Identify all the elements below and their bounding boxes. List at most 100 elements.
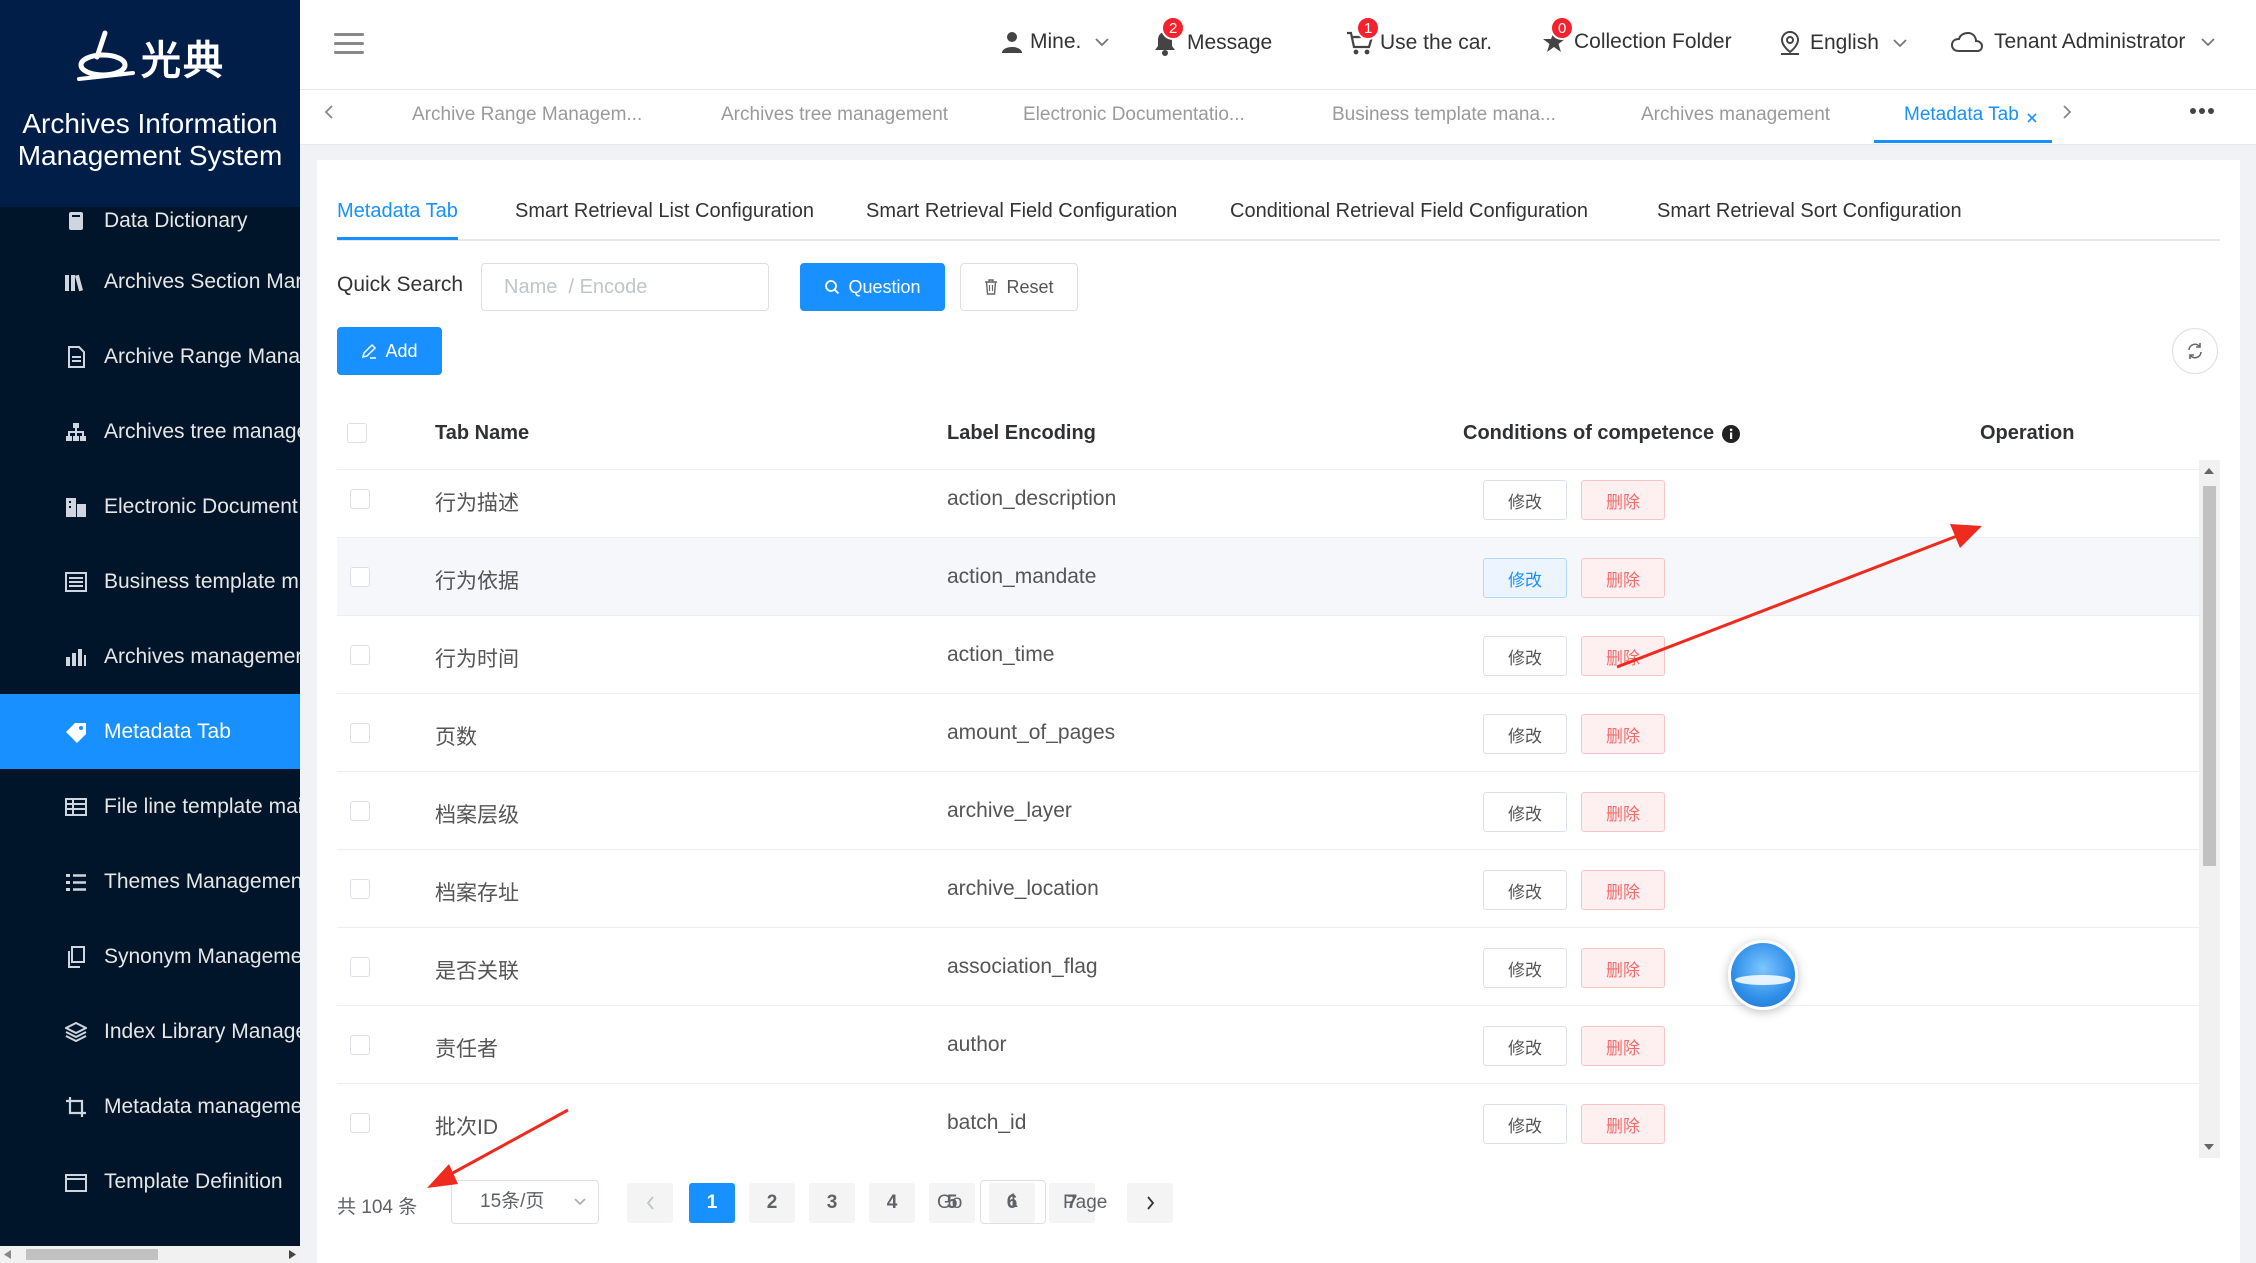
- sidebar-item-archives-section-mar[interactable]: Archives Section Mar: [0, 244, 300, 319]
- row-checkbox[interactable]: [350, 567, 370, 587]
- table-row[interactable]: 行为时间 action_time 修改 删除: [337, 616, 2199, 694]
- edit-button[interactable]: 修改: [1483, 636, 1567, 676]
- sidebar-item-themes-managemen[interactable]: Themes Managemen: [0, 844, 300, 919]
- refresh-button[interactable]: [2172, 328, 2218, 374]
- edit-button[interactable]: 修改: [1483, 558, 1567, 598]
- query-button[interactable]: Question: [800, 263, 945, 311]
- sidebar-scrollbar-thumb[interactable]: [26, 1249, 158, 1260]
- row-checkbox[interactable]: [350, 1113, 370, 1133]
- row-checkbox[interactable]: [350, 801, 370, 821]
- hamburger-menu-icon[interactable]: [334, 33, 364, 60]
- next-page-button[interactable]: [1127, 1183, 1173, 1223]
- sidebar-item-data-dictionary[interactable]: Data Dictionary: [0, 207, 300, 244]
- subtab-metadata-tab[interactable]: Metadata Tab: [337, 200, 458, 240]
- column-label-encoding: Label Encoding: [947, 422, 1096, 444]
- sidebar-item-archive-range-mana[interactable]: Archive Range Mana: [0, 319, 300, 394]
- tag-electronic-documentation[interactable]: Electronic Documentatio...: [1023, 90, 1245, 143]
- quick-search-input[interactable]: [481, 263, 769, 311]
- tags-scroll-right-icon[interactable]: [2062, 104, 2072, 120]
- edit-button[interactable]: 修改: [1483, 792, 1567, 832]
- subtab-smart-retrieval-field[interactable]: Smart Retrieval Field Configuration: [866, 200, 1177, 223]
- delete-button[interactable]: 删除: [1581, 1026, 1665, 1066]
- sidebar-item-business-template-m[interactable]: Business template m: [0, 544, 300, 619]
- close-icon[interactable]: [2026, 112, 2038, 124]
- page-size-select[interactable]: 15条/页: [451, 1180, 599, 1224]
- more-icon[interactable]: [2190, 108, 2214, 114]
- cart-button[interactable]: 1 Use the car.: [1346, 16, 1492, 56]
- edit-button[interactable]: 修改: [1483, 1104, 1567, 1144]
- subtab-smart-retrieval-sort[interactable]: Smart Retrieval Sort Configuration: [1657, 200, 1962, 223]
- page-button[interactable]: 3: [809, 1183, 855, 1223]
- table-row[interactable]: 页数 amount_of_pages 修改 删除: [337, 694, 2199, 772]
- prev-page-button[interactable]: [627, 1183, 673, 1223]
- tag-archives-management[interactable]: Archives management: [1641, 90, 1830, 143]
- delete-button[interactable]: 删除: [1581, 480, 1665, 520]
- row-checkbox[interactable]: [350, 879, 370, 899]
- logo-text: 光典: [141, 39, 225, 83]
- language-selector[interactable]: English: [1778, 30, 1907, 56]
- sidebar-item-file-line-template-mai[interactable]: File line template mai: [0, 769, 300, 844]
- delete-button[interactable]: 删除: [1581, 792, 1665, 832]
- scroll-up-icon[interactable]: [2204, 468, 2214, 474]
- floating-assistant-button[interactable]: [1728, 940, 1798, 1010]
- sidebar-item-metadata-tab[interactable]: Metadata Tab: [0, 694, 300, 769]
- subtab-smart-retrieval-list[interactable]: Smart Retrieval List Configuration: [515, 200, 814, 223]
- delete-button[interactable]: 删除: [1581, 558, 1665, 598]
- tags-scroll-left-icon[interactable]: [324, 104, 334, 120]
- scroll-left-icon[interactable]: [4, 1250, 12, 1259]
- page-button[interactable]: 4: [869, 1183, 915, 1223]
- table-scrollbar[interactable]: [2199, 460, 2220, 1158]
- add-button[interactable]: Add: [337, 327, 442, 375]
- sidebar-item-archives-tree-manage[interactable]: Archives tree manage: [0, 394, 300, 469]
- tag-archives-tree[interactable]: Archives tree management: [721, 90, 948, 143]
- select-all-checkbox[interactable]: [347, 423, 367, 443]
- tag-metadata-tab[interactable]: Metadata Tab: [1874, 90, 2052, 143]
- edit-button[interactable]: 修改: [1483, 480, 1567, 520]
- delete-button[interactable]: 删除: [1581, 636, 1665, 676]
- edit-button[interactable]: 修改: [1483, 714, 1567, 754]
- sidebar-item-metadata-manageme[interactable]: Metadata manageme: [0, 1069, 300, 1144]
- tenant-menu[interactable]: Tenant Administrator: [1950, 30, 2216, 54]
- sidebar-item-electronic-document[interactable]: Electronic Document: [0, 469, 300, 544]
- delete-button[interactable]: 删除: [1581, 870, 1665, 910]
- sidebar-item-index-library-manage[interactable]: Index Library Manage: [0, 994, 300, 1069]
- delete-button[interactable]: 删除: [1581, 1104, 1665, 1144]
- row-checkbox[interactable]: [350, 723, 370, 743]
- table-scrollbar-thumb[interactable]: [2203, 486, 2216, 866]
- row-checkbox[interactable]: [350, 645, 370, 665]
- user-menu[interactable]: Mine.: [1000, 30, 1109, 54]
- message-button[interactable]: 2 Message: [1153, 16, 1272, 56]
- row-checkbox[interactable]: [350, 489, 370, 509]
- page-button[interactable]: 2: [749, 1183, 795, 1223]
- sidebar-item-template-definition[interactable]: Template Definition: [0, 1144, 300, 1219]
- page-button[interactable]: 1: [689, 1183, 735, 1223]
- sidebar-item-archives-managemer[interactable]: Archives managemer: [0, 619, 300, 694]
- table-row[interactable]: 是否关联 association_flag 修改 删除: [337, 928, 2199, 1006]
- table-row[interactable]: 批次ID batch_id 修改 删除: [337, 1084, 2199, 1158]
- info-icon[interactable]: [1722, 424, 1741, 443]
- sidebar-scrollbar[interactable]: [0, 1246, 300, 1263]
- table-row[interactable]: 档案存址 archive_location 修改 删除: [337, 850, 2199, 928]
- reset-button[interactable]: Reset: [960, 263, 1078, 311]
- cell-label-encoding: archive_location: [947, 877, 1099, 900]
- delete-button[interactable]: 删除: [1581, 714, 1665, 754]
- table-row[interactable]: 行为描述 action_description 修改 删除: [337, 460, 2199, 538]
- row-checkbox[interactable]: [350, 957, 370, 977]
- scroll-right-icon[interactable]: [288, 1250, 296, 1259]
- edit-button[interactable]: 修改: [1483, 948, 1567, 988]
- edit-button[interactable]: 修改: [1483, 870, 1567, 910]
- subtab-conditional-retrieval-field[interactable]: Conditional Retrieval Field Configuratio…: [1230, 200, 1588, 223]
- edit-button[interactable]: 修改: [1483, 1026, 1567, 1066]
- table-row[interactable]: 档案层级 archive_layer 修改 删除: [337, 772, 2199, 850]
- go-page-input[interactable]: 1: [980, 1180, 1046, 1224]
- row-checkbox[interactable]: [350, 1035, 370, 1055]
- table-row[interactable]: 行为依据 action_mandate 修改 删除: [337, 538, 2199, 616]
- sidebar-item-synonym-manageme[interactable]: Synonym Manageme: [0, 919, 300, 994]
- location-pin-icon: [1780, 30, 1800, 55]
- tag-business-template[interactable]: Business template mana...: [1332, 90, 1556, 143]
- collection-button[interactable]: 0 Collection Folder: [1542, 16, 1732, 54]
- scroll-down-icon[interactable]: [2204, 1144, 2214, 1150]
- tag-archive-range[interactable]: Archive Range Managem...: [412, 90, 642, 143]
- table-row[interactable]: 责任者 author 修改 删除: [337, 1006, 2199, 1084]
- delete-button[interactable]: 删除: [1581, 948, 1665, 988]
